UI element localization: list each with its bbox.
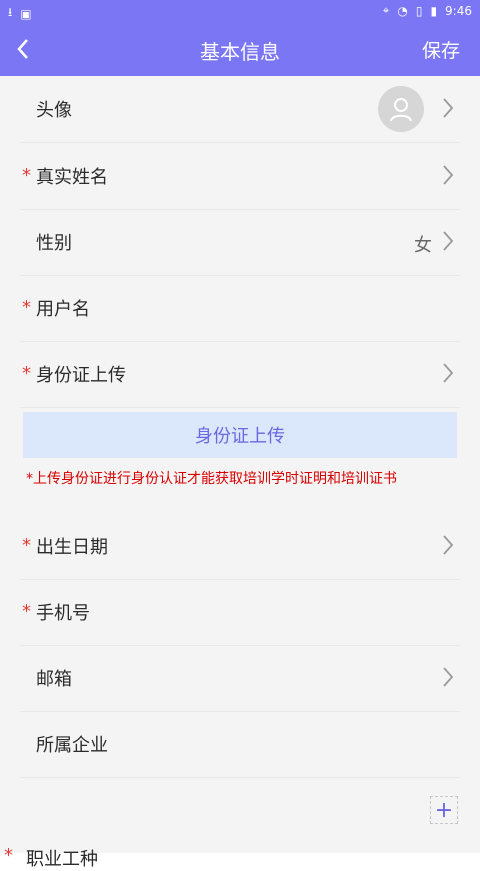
chevron-right-icon <box>443 667 454 687</box>
row-email[interactable]: 邮箱 <box>20 645 460 712</box>
status-left: ⭳ ▣ <box>8 3 32 24</box>
row-real-name[interactable]: * 真实姓名 <box>20 143 460 210</box>
wifi-icon: ◔ <box>397 3 408 18</box>
row-avatar[interactable]: 头像 <box>20 76 460 143</box>
user-icon <box>390 98 412 122</box>
page-title: 基本信息 <box>200 40 280 64</box>
phone-label: 手机号 <box>36 603 90 624</box>
gender-value: 女 <box>414 235 432 256</box>
plus-icon: + <box>434 797 454 823</box>
chevron-right-icon <box>443 98 454 118</box>
row-company[interactable]: 所属企业 <box>20 711 460 778</box>
required-mark: * <box>22 363 31 384</box>
occupation-label: 职业工种 <box>26 849 98 870</box>
required-mark: * <box>22 297 31 318</box>
chevron-right-icon <box>443 363 454 383</box>
battery-icon: ▮ <box>430 3 438 18</box>
id-upload-button[interactable]: 身份证上传 <box>23 412 457 458</box>
no-sim-icon: ▯ <box>415 3 423 18</box>
id-upload-notice: *上传身份证进行身份认证才能获取培训学时证明和培训证书 <box>26 471 397 487</box>
chevron-right-icon <box>443 231 454 251</box>
row-gender[interactable]: 性别 女 <box>20 209 460 276</box>
required-mark: * <box>22 601 31 622</box>
image-icon: ▣ <box>20 6 32 21</box>
gender-label: 性别 <box>36 233 72 254</box>
avatar[interactable] <box>378 86 424 132</box>
row-phone[interactable]: * 手机号 <box>20 579 460 646</box>
app-bar: 基本信息 保存 <box>0 22 480 76</box>
row-birth[interactable]: * 出生日期 <box>20 513 460 580</box>
row-id-upload[interactable]: * 身份证上传 <box>20 341 460 408</box>
required-mark: * <box>22 535 31 556</box>
username-label: 用户名 <box>36 299 90 320</box>
chevron-right-icon <box>443 165 454 185</box>
status-right: ⌖ ◔ ▯ ▮ 9:46 <box>383 3 472 18</box>
avatar-label: 头像 <box>36 100 72 121</box>
row-username[interactable]: * 用户名 <box>20 275 460 342</box>
location-icon: ⌖ <box>382 3 390 17</box>
add-company-button[interactable]: + <box>430 796 458 824</box>
save-button[interactable]: 保存 <box>422 36 460 63</box>
id-upload-label: 身份证上传 <box>36 365 126 386</box>
required-mark: * <box>4 845 13 866</box>
birth-label: 出生日期 <box>36 537 108 558</box>
status-time: 9:46 <box>445 3 472 18</box>
status-bar: ⭳ ▣ ⌖ ◔ ▯ ▮ 9:46 <box>0 0 480 22</box>
chevron-right-icon <box>443 535 454 555</box>
required-mark: * <box>22 165 31 186</box>
email-label: 邮箱 <box>36 669 72 690</box>
row-occupation-partial: * 职业工种 <box>4 845 98 871</box>
download-icon: ⭳ <box>8 5 13 19</box>
company-label: 所属企业 <box>36 735 108 756</box>
real-name-label: 真实姓名 <box>36 167 108 188</box>
